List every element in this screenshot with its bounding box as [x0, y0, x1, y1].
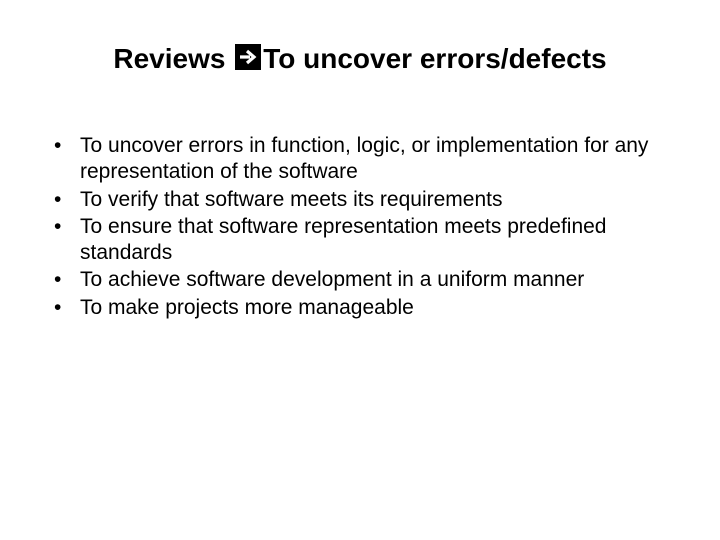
title-prefix: Reviews [113, 43, 233, 74]
bullet-text: To uncover errors in function, logic, or… [80, 134, 648, 183]
list-item: To uncover errors in function, logic, or… [54, 133, 684, 184]
bullet-text: To ensure that software representation m… [80, 215, 606, 264]
bullet-list: To uncover errors in function, logic, or… [36, 133, 684, 320]
bullet-text: To make projects more manageable [80, 296, 414, 319]
list-item: To achieve software development in a uni… [54, 267, 684, 293]
arrow-right-icon [235, 44, 261, 78]
slide-title: Reviews To uncover errors/defects [36, 42, 684, 77]
bullet-text: To achieve software development in a uni… [80, 268, 584, 291]
list-item: To ensure that software representation m… [54, 214, 684, 265]
slide: Reviews To uncover errors/defects To unc… [0, 0, 720, 540]
bullet-text: To verify that software meets its requir… [80, 188, 503, 211]
list-item: To make projects more manageable [54, 295, 684, 321]
title-suffix: To uncover errors/defects [263, 43, 606, 74]
list-item: To verify that software meets its requir… [54, 187, 684, 213]
